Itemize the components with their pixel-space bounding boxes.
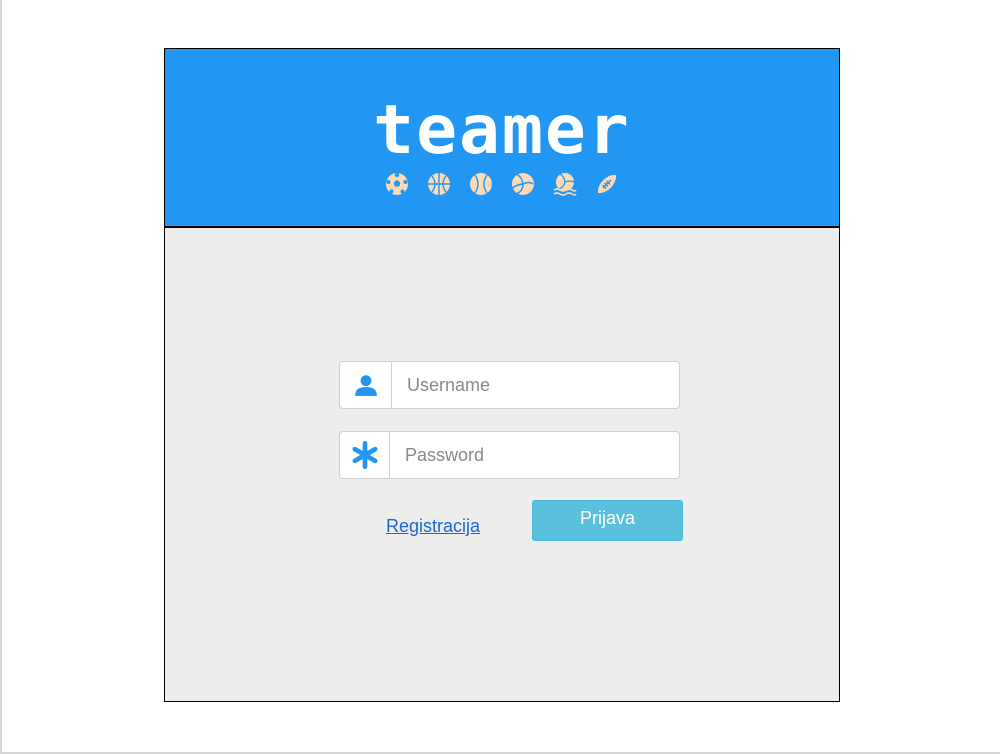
register-link[interactable]: Registracija [386, 516, 480, 537]
username-input[interactable] [392, 362, 679, 408]
american-football-icon [597, 174, 617, 194]
password-input[interactable] [390, 432, 679, 478]
username-field [339, 361, 680, 409]
asterisk-icon [352, 441, 377, 469]
login-card: teamer Username Registracija Prijava [164, 48, 840, 702]
password-field [339, 431, 680, 479]
window-frame-left [0, 0, 2, 754]
basketball-icon [428, 173, 450, 195]
logo-text: teamer [373, 91, 631, 170]
header-banner: teamer [165, 49, 839, 228]
sport-icons [385, 172, 619, 196]
soccer-ball-icon [386, 172, 408, 195]
login-button[interactable]: Prijava [532, 500, 683, 541]
volleyball-icon [512, 173, 534, 195]
password-addon [340, 432, 390, 478]
water-polo-icon [553, 173, 577, 196]
tennis-ball-icon [470, 173, 492, 195]
user-icon [354, 375, 377, 396]
username-addon [340, 362, 392, 408]
